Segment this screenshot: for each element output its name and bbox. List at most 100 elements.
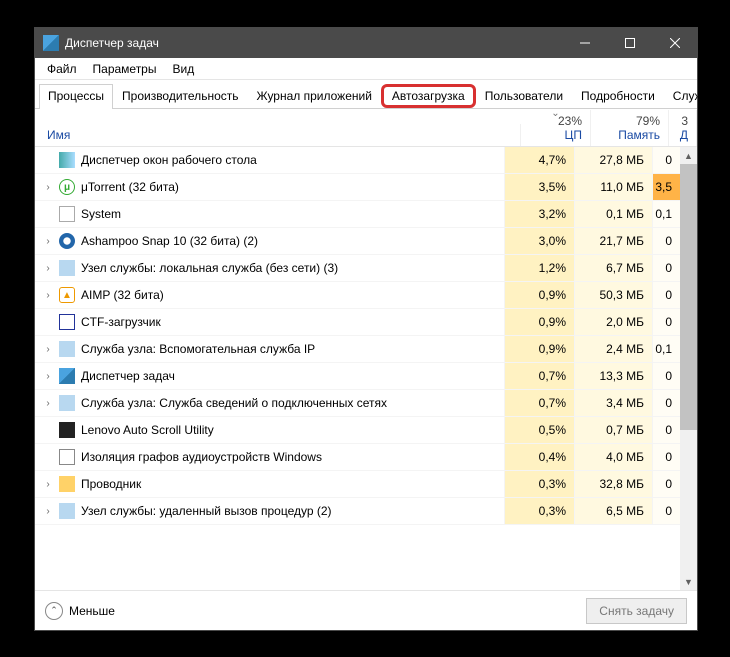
tab-details[interactable]: Подробности — [572, 84, 664, 108]
process-icon: ▲ — [59, 287, 75, 303]
col-name[interactable]: Имя — [35, 124, 521, 146]
disk-cell: 0 — [652, 444, 680, 470]
process-name: Узел службы: локальная служба (без сети)… — [81, 261, 338, 275]
expander-icon[interactable]: › — [41, 236, 55, 247]
cpu-cell: 0,9% — [504, 309, 574, 335]
expander-icon[interactable]: › — [41, 290, 55, 301]
expander-icon[interactable]: › — [41, 398, 55, 409]
minimize-button[interactable] — [562, 28, 607, 58]
cpu-cell: 1,2% — [504, 255, 574, 281]
process-name: Ashampoo Snap 10 (32 бита) (2) — [81, 234, 258, 248]
tab-app-history[interactable]: Журнал приложений — [248, 84, 381, 108]
table-row[interactable]: › Служба узла: Служба сведений о подключе… — [35, 390, 680, 417]
scroll-down-button[interactable]: ▼ — [680, 573, 697, 590]
process-icon — [59, 368, 75, 384]
memory-cell: 0,7 МБ — [574, 417, 652, 443]
memory-cell: 21,7 МБ — [574, 228, 652, 254]
process-name: System — [81, 207, 121, 221]
table-row[interactable]: CTF-загрузчик0,9%2,0 МБ0 — [35, 309, 680, 336]
table-row[interactable]: ›▲AIMP (32 бита)0,9%50,3 МБ0 — [35, 282, 680, 309]
memory-cell: 2,0 МБ — [574, 309, 652, 335]
titlebar[interactable]: Диспетчер задач — [35, 28, 697, 58]
disk-label: Д — [673, 128, 688, 142]
table-body: Диспетчер окон рабочего стола4,7%27,8 МБ… — [35, 147, 697, 590]
expander-icon[interactable]: › — [41, 344, 55, 355]
expander-icon[interactable]: › — [41, 263, 55, 274]
menubar: Файл Параметры Вид — [35, 58, 697, 80]
tab-services[interactable]: Службы — [664, 84, 727, 108]
tab-performance[interactable]: Производительность — [113, 84, 247, 108]
disk-cell: 3,5 — [652, 174, 680, 200]
table-row[interactable]: › Узел службы: локальная служба (без сети… — [35, 255, 680, 282]
menu-file[interactable]: Файл — [39, 60, 85, 78]
memory-cell: 6,5 МБ — [574, 498, 652, 524]
table-row[interactable]: ›Узел службы: удаленный вызов процедур (… — [35, 498, 680, 525]
cpu-cell: 0,9% — [504, 336, 574, 362]
process-name: Диспетчер задач — [81, 369, 175, 383]
process-name-cell: ›Узел службы: удаленный вызов процедур (… — [35, 503, 504, 519]
memory-cell: 2,4 МБ — [574, 336, 652, 362]
expander-icon[interactable]: › — [41, 506, 55, 517]
table-row[interactable]: › Диспетчер задач 0,7%13,3 МБ0 — [35, 363, 680, 390]
scrollbar-thumb[interactable] — [680, 164, 697, 430]
mem-label: Память — [595, 128, 660, 142]
disk-cell: 0 — [652, 363, 680, 389]
table-row[interactable]: Диспетчер окон рабочего стола4,7%27,8 МБ… — [35, 147, 680, 174]
table-row[interactable]: ›Служба узла: Вспомогательная служба IP0… — [35, 336, 680, 363]
table-row[interactable]: System3,2%0,1 МБ0,1 — [35, 201, 680, 228]
disk-cell: 0 — [652, 282, 680, 308]
app-icon — [43, 35, 59, 51]
cpu-cell: 0,3% — [504, 498, 574, 524]
cpu-cell: 0,7% — [504, 363, 574, 389]
process-name-cell: Диспетчер окон рабочего стола — [35, 152, 504, 168]
table-row[interactable]: Изоляция графов аудиоустройств Windows0,… — [35, 444, 680, 471]
expander-icon[interactable]: › — [41, 479, 55, 490]
memory-cell: 13,3 МБ — [574, 363, 652, 389]
memory-cell: 32,8 МБ — [574, 471, 652, 497]
table-row[interactable]: ›Ashampoo Snap 10 (32 бита) (2)3,0%21,7 … — [35, 228, 680, 255]
process-name: Lenovo Auto Scroll Utility — [81, 423, 214, 437]
process-icon — [59, 260, 75, 276]
tab-users[interactable]: Пользователи — [476, 84, 572, 108]
cpu-cell: 0,5% — [504, 417, 574, 443]
col-disk[interactable]: 3 Д — [669, 110, 697, 146]
table-header: Имя 23% ЦП 79% Память 3 Д — [35, 109, 697, 147]
process-icon — [59, 503, 75, 519]
scrollbar-track[interactable] — [680, 164, 697, 573]
fewer-details-button[interactable]: ⌃ Меньше — [45, 602, 115, 620]
scroll-area[interactable]: Диспетчер окон рабочего стола4,7%27,8 МБ… — [35, 147, 680, 590]
window-title: Диспетчер задач — [65, 36, 562, 50]
less-label: Меньше — [69, 604, 115, 618]
tab-startup[interactable]: Автозагрузка — [381, 84, 476, 108]
end-task-button[interactable]: Снять задачу — [586, 598, 687, 624]
process-name-cell: ›μμTorrent (32 бита) — [35, 179, 504, 195]
memory-cell: 0,1 МБ — [574, 201, 652, 227]
window-controls — [562, 28, 697, 58]
table-row[interactable]: ›Проводник0,3%32,8 МБ0 — [35, 471, 680, 498]
process-icon — [59, 341, 75, 357]
process-icon — [59, 314, 75, 330]
memory-cell: 11,0 МБ — [574, 174, 652, 200]
vertical-scrollbar[interactable]: ▲ ▼ — [680, 147, 697, 590]
table-row[interactable]: ›μμTorrent (32 бита)3,5%11,0 МБ3,5 — [35, 174, 680, 201]
tab-processes[interactable]: Процессы — [39, 84, 113, 109]
process-name-cell: › Служба узла: Служба сведений о подключе… — [35, 395, 504, 411]
chevron-up-circle-icon: ⌃ — [45, 602, 63, 620]
process-name: Служба узла: Служба сведений о подключен… — [81, 396, 387, 410]
scroll-up-button[interactable]: ▲ — [680, 147, 697, 164]
menu-options[interactable]: Параметры — [85, 60, 165, 78]
close-button[interactable] — [652, 28, 697, 58]
chevron-up-icon: ▲ — [684, 151, 693, 161]
expander-icon[interactable]: › — [41, 182, 55, 193]
process-name-cell: › Ashampoo Snap 10 (32 бита) (2) — [35, 233, 504, 249]
expander-icon[interactable]: › — [41, 371, 55, 382]
cpu-cell: 0,3% — [504, 471, 574, 497]
table-row[interactable]: Lenovo Auto Scroll Utility0,5%0,7 МБ0 — [35, 417, 680, 444]
menu-view[interactable]: Вид — [164, 60, 202, 78]
process-name: Диспетчер окон рабочего стола — [81, 153, 257, 167]
col-memory[interactable]: 79% Память — [591, 110, 669, 146]
disk-cell: 0 — [652, 498, 680, 524]
col-cpu[interactable]: 23% ЦП — [521, 110, 591, 146]
maximize-button[interactable] — [607, 28, 652, 58]
process-icon — [59, 233, 75, 249]
